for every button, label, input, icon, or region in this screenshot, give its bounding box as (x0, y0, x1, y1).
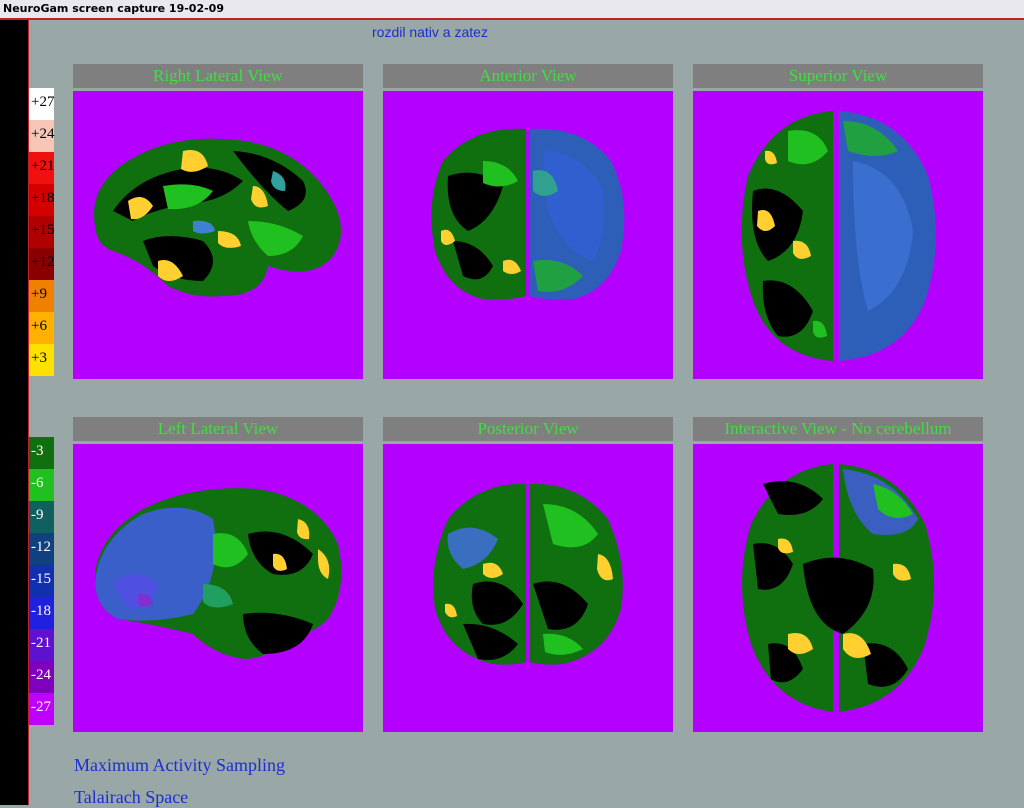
scale-label: +21 (31, 158, 55, 174)
scale-swatch: +12 (29, 248, 54, 280)
color-scale-positive: +27 +24 +21 +18 +15 +12 +9 +6 +3 (29, 88, 54, 376)
brain-render-right-lateral[interactable] (73, 91, 363, 379)
scale-label: -15 (31, 571, 51, 587)
scale-label: -6 (31, 475, 44, 491)
scale-swatch: +27 (29, 88, 54, 120)
scale-swatch: -27 (29, 693, 54, 725)
scale-label: +3 (31, 350, 47, 366)
study-title: rozdil nativ a zatez (372, 24, 488, 40)
view-panel-interactive[interactable]: Interactive View - No cerebellum (693, 417, 983, 732)
window-title: NeuroGam screen capture 19-02-09 (3, 2, 224, 15)
scale-label: -18 (31, 603, 51, 619)
scale-label: -9 (31, 507, 44, 523)
scale-swatch: +21 (29, 152, 54, 184)
scale-swatch: -9 (29, 501, 54, 533)
scale-swatch: -6 (29, 469, 54, 501)
brain-render-anterior[interactable] (383, 91, 673, 379)
footer-sampling-label: Maximum Activity Sampling (74, 755, 285, 775)
scale-swatch: +6 (29, 312, 54, 344)
scale-label: +6 (31, 318, 47, 334)
view-panel-anterior[interactable]: Anterior View (383, 64, 673, 379)
scale-swatch: +18 (29, 184, 54, 216)
view-panel-posterior[interactable]: Posterior View (383, 417, 673, 732)
view-panel-superior[interactable]: Superior View (693, 64, 983, 379)
scale-swatch: -3 (29, 437, 54, 469)
scale-label: -21 (31, 635, 51, 651)
view-title: Right Lateral View (73, 64, 363, 88)
scale-label: -3 (31, 443, 44, 459)
view-panel-left-lateral[interactable]: Left Lateral View (73, 417, 363, 732)
brain-render-superior[interactable] (693, 91, 983, 379)
scale-label: +9 (31, 286, 47, 302)
view-panel-right-lateral[interactable]: Right Lateral View (73, 64, 363, 379)
scale-label: -24 (31, 667, 51, 683)
left-black-bar (0, 20, 28, 805)
scale-swatch: +15 (29, 216, 54, 248)
scale-swatch: +24 (29, 120, 54, 152)
view-title: Posterior View (383, 417, 673, 441)
scale-swatch: +3 (29, 344, 54, 376)
scale-swatch: -18 (29, 597, 54, 629)
scale-label: +24 (31, 126, 55, 142)
scale-label: +27 (31, 94, 55, 110)
scale-label: +12 (31, 254, 55, 270)
scale-label: +15 (31, 222, 55, 238)
scale-swatch: -21 (29, 629, 54, 661)
scale-label: -12 (31, 539, 51, 555)
brain-render-interactive[interactable] (693, 444, 983, 732)
color-scale-negative: -3 -6 -9 -12 -15 -18 -21 -24 -27 (29, 437, 54, 725)
scale-swatch: +9 (29, 280, 54, 312)
view-title: Interactive View - No cerebellum (693, 417, 983, 441)
scale-label: +18 (31, 190, 55, 206)
view-title: Left Lateral View (73, 417, 363, 441)
brain-render-posterior[interactable] (383, 444, 673, 732)
brain-render-left-lateral[interactable] (73, 444, 363, 732)
scale-swatch: -15 (29, 565, 54, 597)
view-title: Anterior View (383, 64, 673, 88)
view-title: Superior View (693, 64, 983, 88)
scale-label: -27 (31, 699, 51, 715)
scale-swatch: -24 (29, 661, 54, 693)
window-titlebar: NeuroGam screen capture 19-02-09 (0, 0, 1024, 20)
scale-swatch: -12 (29, 533, 54, 565)
